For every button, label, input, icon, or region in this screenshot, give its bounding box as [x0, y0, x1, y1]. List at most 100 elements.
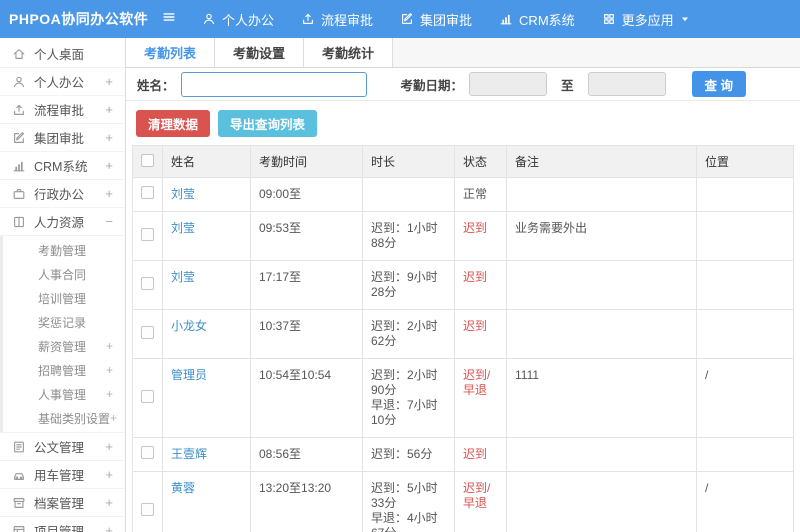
sidebar-subitem-6-7[interactable]: 基础类别设置 + — [3, 406, 125, 430]
name-input[interactable] — [180, 71, 367, 97]
row-checkbox[interactable] — [141, 186, 154, 199]
table-row: 黄蓉13:20至13:20迟到：5小时33分早退：4小时67分迟到/早退/ — [132, 471, 794, 532]
expand-toggle-icon[interactable]: + — [105, 102, 113, 117]
sidebar-subitem-6-0[interactable]: 考勤管理 — [3, 238, 125, 262]
expand-toggle-icon[interactable]: + — [105, 130, 113, 145]
sidebar-item-6[interactable]: 人力资源 − — [0, 208, 125, 236]
expand-toggle-icon[interactable]: + — [105, 74, 113, 89]
clean-data-button[interactable]: 清理数据 — [136, 110, 211, 137]
remark-cell: 业务需要外出 — [506, 211, 697, 261]
expand-toggle-icon[interactable]: + — [106, 387, 113, 401]
expand-toggle-icon[interactable]: + — [105, 158, 113, 173]
sidebar-item-5[interactable]: 行政办公 + — [0, 180, 125, 208]
nav-item-1[interactable]: 流程审批 — [301, 10, 373, 29]
table-row: 小龙女 10:37至 迟到：2小时62分 迟到 — [132, 309, 794, 359]
sidebar-item-label: 人力资源 — [34, 216, 85, 230]
nav-item-3[interactable]: CRM系统 — [499, 10, 575, 29]
row-checkbox[interactable] — [141, 446, 154, 459]
menu-toggle-button[interactable] — [162, 10, 176, 29]
duration-cell — [362, 177, 455, 212]
home-icon — [12, 47, 26, 61]
nav-item-0[interactable]: 个人办公 — [202, 10, 274, 29]
doc-icon — [12, 440, 26, 454]
duration-line: 早退：4小时67分 — [371, 511, 438, 532]
attendance-time-cell: 08:56至 — [250, 437, 363, 472]
sidebar-item-label: 集团审批 — [34, 132, 85, 146]
duration-line: 迟到：56分 — [371, 447, 433, 461]
employee-name-link[interactable]: 管理员 — [171, 368, 207, 382]
employee-name-link[interactable]: 刘莹 — [171, 221, 195, 235]
sidebar-subitem-6-3[interactable]: 奖惩记录 — [3, 310, 125, 334]
row-checkbox[interactable] — [141, 227, 154, 241]
expand-toggle-icon[interactable]: + — [106, 363, 113, 377]
row-checkbox[interactable] — [141, 389, 154, 403]
attendance-time-cell: 13:20至13:20 — [250, 471, 363, 532]
nav-item-4[interactable]: 更多应用 — [602, 10, 696, 29]
expand-toggle-icon[interactable]: + — [105, 495, 113, 510]
employee-name-link[interactable]: 黄蓉 — [171, 481, 195, 495]
remark-cell — [506, 437, 697, 472]
column-header-3: 状态 — [454, 145, 507, 178]
sidebar-item-9[interactable]: 档案管理 + — [0, 489, 125, 517]
sidebar-subitem-label: 基础类别设置 — [38, 411, 111, 426]
employee-name-link[interactable]: 小龙女 — [171, 319, 207, 333]
expand-toggle-icon[interactable]: + — [105, 439, 113, 454]
expand-toggle-icon[interactable]: + — [105, 186, 113, 201]
sidebar-item-2[interactable]: 流程审批 + — [0, 96, 125, 124]
tab-0[interactable]: 考勤列表 — [126, 38, 216, 67]
tab-2[interactable]: 考勤统计 — [304, 38, 394, 67]
row-checkbox[interactable] — [141, 276, 154, 290]
duration-cell: 迟到：1小时88分 — [362, 211, 455, 261]
sidebar-item-4[interactable]: CRM系统 + — [0, 152, 125, 180]
duration-cell: 迟到：9小时28分 — [362, 260, 455, 310]
employee-name-link[interactable]: 刘莹 — [171, 270, 195, 284]
export-list-button[interactable]: 导出查询列表 — [218, 110, 318, 137]
sidebar-item-1[interactable]: 个人办公 + — [0, 68, 125, 96]
sidebar-item-7[interactable]: 公文管理 + — [0, 433, 125, 461]
tab-1[interactable]: 考勤设置 — [215, 38, 305, 67]
expand-toggle-icon[interactable]: − — [105, 214, 113, 229]
sidebar-item-0[interactable]: 个人桌面 — [0, 40, 125, 68]
employee-name-link[interactable]: 王壹辉 — [171, 447, 207, 461]
sidebar-subitem-6-6[interactable]: 人事管理 + — [3, 382, 125, 406]
status-badge: 迟到/早退 — [454, 358, 507, 438]
attendance-time-cell: 10:54至10:54 — [250, 358, 363, 438]
date-from-input[interactable] — [469, 72, 548, 96]
sidebar-subitem-6-5[interactable]: 招聘管理 + — [3, 358, 125, 382]
expand-toggle-icon[interactable]: + — [105, 523, 113, 532]
sidebar-item-3[interactable]: 集团审批 + — [0, 124, 125, 152]
tab-strip: 考勤列表 考勤设置 考勤统计 — [126, 38, 800, 68]
remark-cell — [506, 309, 697, 359]
attendance-time-cell: 17:17至 — [250, 260, 363, 310]
expand-toggle-icon[interactable]: + — [105, 467, 113, 482]
expand-toggle-icon[interactable]: + — [106, 339, 113, 353]
sidebar-subitem-label: 薪资管理 — [38, 339, 87, 354]
nav-item-2[interactable]: 集团审批 — [400, 10, 472, 29]
user-icon — [12, 75, 26, 89]
top-navbar: PHPOA协同办公软件 个人办公 流程审批 集团审批 CRM系统 更多应用 — [0, 0, 800, 38]
column-header-1: 考勤时间 — [250, 145, 363, 178]
search-button[interactable]: 查 询 — [691, 71, 747, 97]
sidebar-item-label: 个人桌面 — [34, 48, 85, 62]
filter-bar: 姓名： 考勤日期： 至 查 询 — [126, 68, 800, 101]
caret-down-icon — [680, 14, 690, 24]
sidebar-subitem-6-2[interactable]: 培训管理 — [3, 286, 125, 310]
employee-name-link[interactable]: 刘莹 — [171, 187, 195, 201]
sidebar-subitem-6-4[interactable]: 薪资管理 + — [3, 334, 125, 358]
sidebar-subitem-6-1[interactable]: 人事合同 — [3, 262, 125, 286]
expand-toggle-icon[interactable]: + — [110, 411, 117, 425]
date-to-input[interactable] — [587, 72, 666, 96]
sidebar-item-8[interactable]: 用车管理 + — [0, 461, 125, 489]
column-header-2: 时长 — [362, 145, 455, 178]
sidebar-item-10[interactable]: 项目管理 + — [0, 517, 125, 532]
row-checkbox[interactable] — [141, 502, 154, 516]
duration-line: 迟到：9小时28分 — [371, 270, 438, 299]
duration-cell: 迟到：5小时33分早退：4小时67分 — [362, 471, 455, 532]
sidebar-subitem-label: 招聘管理 — [38, 363, 87, 378]
column-header-5: 位置 — [696, 145, 794, 178]
action-row: 清理数据 导出查询列表 — [126, 101, 800, 145]
row-checkbox[interactable] — [141, 325, 154, 339]
remark-cell — [506, 471, 697, 532]
table-row: 王壹辉 08:56至 迟到：56分 迟到 — [132, 437, 794, 472]
select-all-checkbox[interactable] — [141, 153, 154, 167]
